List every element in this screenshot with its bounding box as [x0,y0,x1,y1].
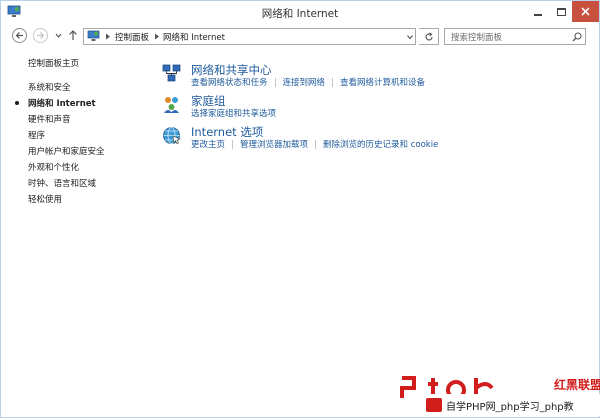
link-divider [232,139,234,149]
sidebar-item-system-security[interactable]: 系统和安全 [28,81,71,93]
sidebar-item-ease-of-access[interactable]: 轻松使用 [28,193,62,205]
view-network-status-link[interactable]: 查看网络状态和任务 [191,76,268,88]
address-bar[interactable]: 控制面板 网络和 Internet [83,28,416,45]
forward-button[interactable] [33,28,48,43]
sidebar-item-control-panel-home[interactable]: 控制面板主页 [28,57,79,69]
internet-options-links: 更改主页 管理浏览器加载项 删除浏览的历史记录和 cookie [191,138,438,150]
watermark-text: 自学PHP网_php学习_php教 [446,402,574,413]
search-icon[interactable] [572,32,582,42]
watermark: 红黑联盟 自学PHP网_php学习_php教 [394,374,600,418]
link-divider [315,139,317,149]
close-button[interactable] [572,1,599,22]
watermark-brand: 红黑联盟 [554,378,600,392]
refresh-icon [425,31,433,41]
connect-to-network-link[interactable]: 连接到网络 [283,76,326,88]
sidebar-item-programs[interactable]: 程序 [28,129,45,141]
link-divider [274,77,276,87]
current-item-bullet-icon [15,101,19,105]
sidebar-item-appearance[interactable]: 外观和个性化 [28,161,79,173]
up-arrow-icon[interactable] [67,29,79,41]
arrow-left-icon [15,32,23,39]
sidebar-item-hardware-sound[interactable]: 硬件和声音 [28,113,71,125]
homegroup-icon[interactable] [161,94,182,115]
recent-locations-chevron-down-icon[interactable] [54,31,63,40]
manage-browser-addons-link[interactable]: 管理浏览器加载项 [240,138,308,150]
minimize-button[interactable] [526,1,550,22]
network-sharing-center-links: 查看网络状态和任务 连接到网络 查看网络计算机和设备 [191,76,425,88]
change-home-page-link[interactable]: 更改主页 [191,138,225,150]
internet-options-icon[interactable] [161,125,182,146]
sidebar: 控制面板主页 系统和安全 网络和 Internet 硬件和声音 程序 用户帐户和… [1,49,151,299]
close-icon [581,7,590,16]
sidebar-item-clock-language-region[interactable]: 时钟、语言和区域 [28,177,96,189]
view-network-computers-link[interactable]: 查看网络计算机和设备 [340,76,425,88]
title-bar[interactable]: 网络和 Internet [1,1,599,25]
window-title: 网络和 Internet [261,8,339,20]
refresh-button[interactable] [419,28,439,45]
watermark-badge-icon [426,398,442,412]
search-box[interactable]: 搜索控制面板 [444,28,586,45]
sidebar-item-user-accounts[interactable]: 用户帐户和家庭安全 [28,145,105,157]
choose-homegroup-sharing-link[interactable]: 选择家庭组和共享选项 [191,107,276,119]
homegroup-links: 选择家庭组和共享选项 [191,107,276,119]
control-panel-icon [87,30,100,41]
navigation-bar: 控制面板 网络和 Internet 搜索控制面板 [1,25,599,49]
breadcrumb-separator-icon[interactable] [154,33,160,40]
maximize-icon [556,7,566,16]
search-placeholder: 搜索控制面板 [451,33,503,43]
control-panel-window: 网络和 Internet 控制面板 网络和 Internet 搜索控制面板 控制… [0,0,600,418]
arrow-right-icon [37,32,45,39]
breadcrumb-control-panel[interactable]: 控制面板 [115,31,149,43]
breadcrumb-network-internet[interactable]: 网络和 Internet [163,31,225,43]
back-button[interactable] [12,28,27,43]
sidebar-item-network-internet[interactable]: 网络和 Internet [28,97,96,109]
maximize-button[interactable] [550,1,572,22]
network-sharing-icon[interactable] [161,63,182,84]
delete-browsing-history-link[interactable]: 删除浏览的历史记录和 cookie [323,138,438,150]
minimize-icon [534,13,542,16]
link-divider [332,77,334,87]
address-history-chevron-down-icon[interactable] [406,33,414,41]
breadcrumb-separator-icon[interactable] [105,33,111,40]
